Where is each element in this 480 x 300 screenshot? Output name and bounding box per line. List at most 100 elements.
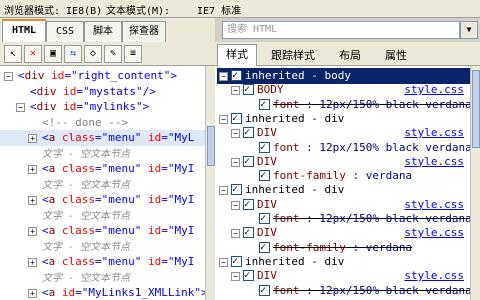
dom-tree-pane: − <div id="right_content"> <div id="mystat… <box>0 66 215 300</box>
attr-name: id <box>56 100 77 113</box>
node-content: <div id="right_content"> <box>18 68 177 84</box>
tab-styles[interactable]: 样式 <box>217 44 257 66</box>
attr-name: class <box>55 131 95 144</box>
attr-eq: =" <box>76 100 90 113</box>
expand-icon[interactable]: + <box>28 134 37 143</box>
collapse-icon[interactable]: − <box>219 72 228 81</box>
dom-tree-node[interactable]: + <a class="menu" id="MyI <box>0 192 205 208</box>
dom-tree-node[interactable]: − <div id="mylinks"> <box>0 99 205 115</box>
refresh-icon[interactable]: ⇆ <box>64 45 82 63</box>
tag-close: > <box>142 100 150 113</box>
dom-tree-node[interactable]: 文字 - 空文本节点 <box>0 177 205 193</box>
word-wrap-icon[interactable]: ≡ <box>124 45 142 63</box>
rule-source-link[interactable]: style.css <box>404 225 464 241</box>
node-content: <a class="menu" id="MyL <box>42 130 194 146</box>
styles-scroll-thumb[interactable] <box>472 70 480 148</box>
source-view-icon[interactable]: ◇ <box>84 45 102 63</box>
collapse-icon[interactable]: − <box>16 103 25 112</box>
property-separator: : <box>345 240 366 254</box>
rule-checkbox[interactable] <box>243 268 254 284</box>
save-icon[interactable]: ▣ <box>44 45 62 63</box>
attr-value: menu <box>108 255 135 268</box>
rule-checkbox[interactable] <box>243 154 254 170</box>
collapse-icon[interactable]: − <box>231 200 240 210</box>
tag-open: < <box>42 224 49 237</box>
dom-tree-scrollbar[interactable] <box>205 66 215 300</box>
dom-tree-node[interactable]: 文字 - 空文本节点 <box>0 146 205 162</box>
collapse-icon[interactable]: − <box>231 86 240 96</box>
collapse-icon[interactable]: − <box>4 72 13 81</box>
expand-icon[interactable]: + <box>28 227 37 236</box>
edit-icon[interactable]: ✎ <box>104 45 122 63</box>
attr-eq: =" <box>95 162 109 175</box>
attr-eq: =" <box>95 131 109 144</box>
property-checkbox[interactable] <box>259 240 270 256</box>
dom-tree-node[interactable]: 文字 - 空文本节点 <box>0 208 205 224</box>
section-checkbox[interactable] <box>231 254 242 270</box>
property-value: 12px/150% black verdana <box>319 283 472 297</box>
collapse-icon[interactable]: − <box>231 157 240 167</box>
tab-layout[interactable]: 布局 <box>331 46 369 64</box>
tab-attributes[interactable]: 属性 <box>377 46 415 64</box>
property-name: font <box>273 212 300 225</box>
rule-checkbox[interactable] <box>243 82 254 98</box>
collapse-icon[interactable]: − <box>219 114 228 124</box>
rule-checkbox[interactable] <box>243 225 254 241</box>
collapse-icon[interactable]: − <box>231 272 240 282</box>
text-node-label: 文字 - 空文本节点 <box>42 241 131 253</box>
dom-tree-node[interactable]: <div id="mystats"/> <box>0 84 205 100</box>
collapse-icon[interactable]: − <box>219 257 228 267</box>
dom-tree-node[interactable]: − <div id="right_content"> <box>0 68 205 84</box>
tab-css[interactable]: CSS <box>46 21 84 42</box>
dom-tree-node[interactable]: + <a class="menu" id="MyL <box>0 130 205 146</box>
collapse-icon[interactable]: − <box>231 129 240 139</box>
dom-tree-node[interactable]: + <a class="menu" id="MyI <box>0 161 205 177</box>
property-checkbox[interactable] <box>259 168 270 184</box>
styles-scrollbar[interactable] <box>470 66 480 300</box>
select-element-icon[interactable]: ↖ <box>4 45 22 63</box>
property-checkbox[interactable] <box>259 211 270 227</box>
tab-trace-styles[interactable]: 跟踪样式 <box>263 46 323 64</box>
attr-value: MyI <box>174 193 195 206</box>
attr-eq: =" <box>161 162 175 175</box>
document-mode-label[interactable]: 文本模式(M): <box>106 2 170 17</box>
browser-mode-menu[interactable]: 浏览器模式: IE8(B) <box>4 2 102 17</box>
clear-icon[interactable]: ✕ <box>24 45 42 63</box>
search-input[interactable]: 搜索 HTML <box>222 21 460 39</box>
document-mode-value[interactable]: IE7 标准 <box>197 2 241 17</box>
expand-icon[interactable]: + <box>28 165 37 174</box>
attr-value: menu <box>108 224 135 237</box>
section-checkbox[interactable] <box>231 111 242 127</box>
expand-icon[interactable]: + <box>28 258 37 267</box>
section-checkbox[interactable] <box>231 68 242 84</box>
dom-tree-node[interactable]: + <a id="MyLinks1_XMLLink"> <box>0 285 208 300</box>
tab-html[interactable]: HTML <box>2 19 46 43</box>
property-name: font-family <box>273 169 346 183</box>
dom-tree-scroll-thumb[interactable] <box>207 126 215 166</box>
dom-tree-node[interactable]: + <a class="menu" id="MyI <box>0 223 205 239</box>
comment-text: <!-- done --> <box>42 115 129 129</box>
collapse-icon[interactable]: − <box>219 186 228 196</box>
expand-icon[interactable]: + <box>28 196 37 205</box>
section-checkbox[interactable] <box>231 182 242 198</box>
search-options-icon[interactable]: ▼ <box>460 21 478 39</box>
rule-source-link[interactable]: style.css <box>404 154 464 170</box>
attr-eq: =" <box>161 193 175 206</box>
dom-tree-node[interactable]: 文字 - 空文本节点 <box>0 239 205 255</box>
dom-tree-node[interactable]: 文字 - 空文本节点 <box>0 270 205 286</box>
property-checkbox[interactable] <box>259 283 270 299</box>
rule-checkbox[interactable] <box>243 125 254 141</box>
property-checkbox[interactable] <box>259 140 270 156</box>
node-content: 文字 - 空文本节点 <box>42 146 130 163</box>
tab-profiler[interactable]: 探查器 <box>122 21 166 42</box>
dom-tree-node[interactable]: <!-- done --> <box>0 115 205 131</box>
node-content: <!-- done --> <box>42 115 128 131</box>
property-checkbox[interactable] <box>259 97 270 113</box>
collapse-icon[interactable]: − <box>231 229 240 239</box>
expand-icon[interactable]: + <box>28 289 37 298</box>
dom-tree-node[interactable]: + <a class="menu" id="MyI <box>0 254 205 270</box>
tab-script[interactable]: 脚本 <box>84 21 122 42</box>
rule-checkbox[interactable] <box>243 197 254 213</box>
attr-value: right_content <box>77 69 164 82</box>
attr-eq: =" <box>161 255 175 268</box>
